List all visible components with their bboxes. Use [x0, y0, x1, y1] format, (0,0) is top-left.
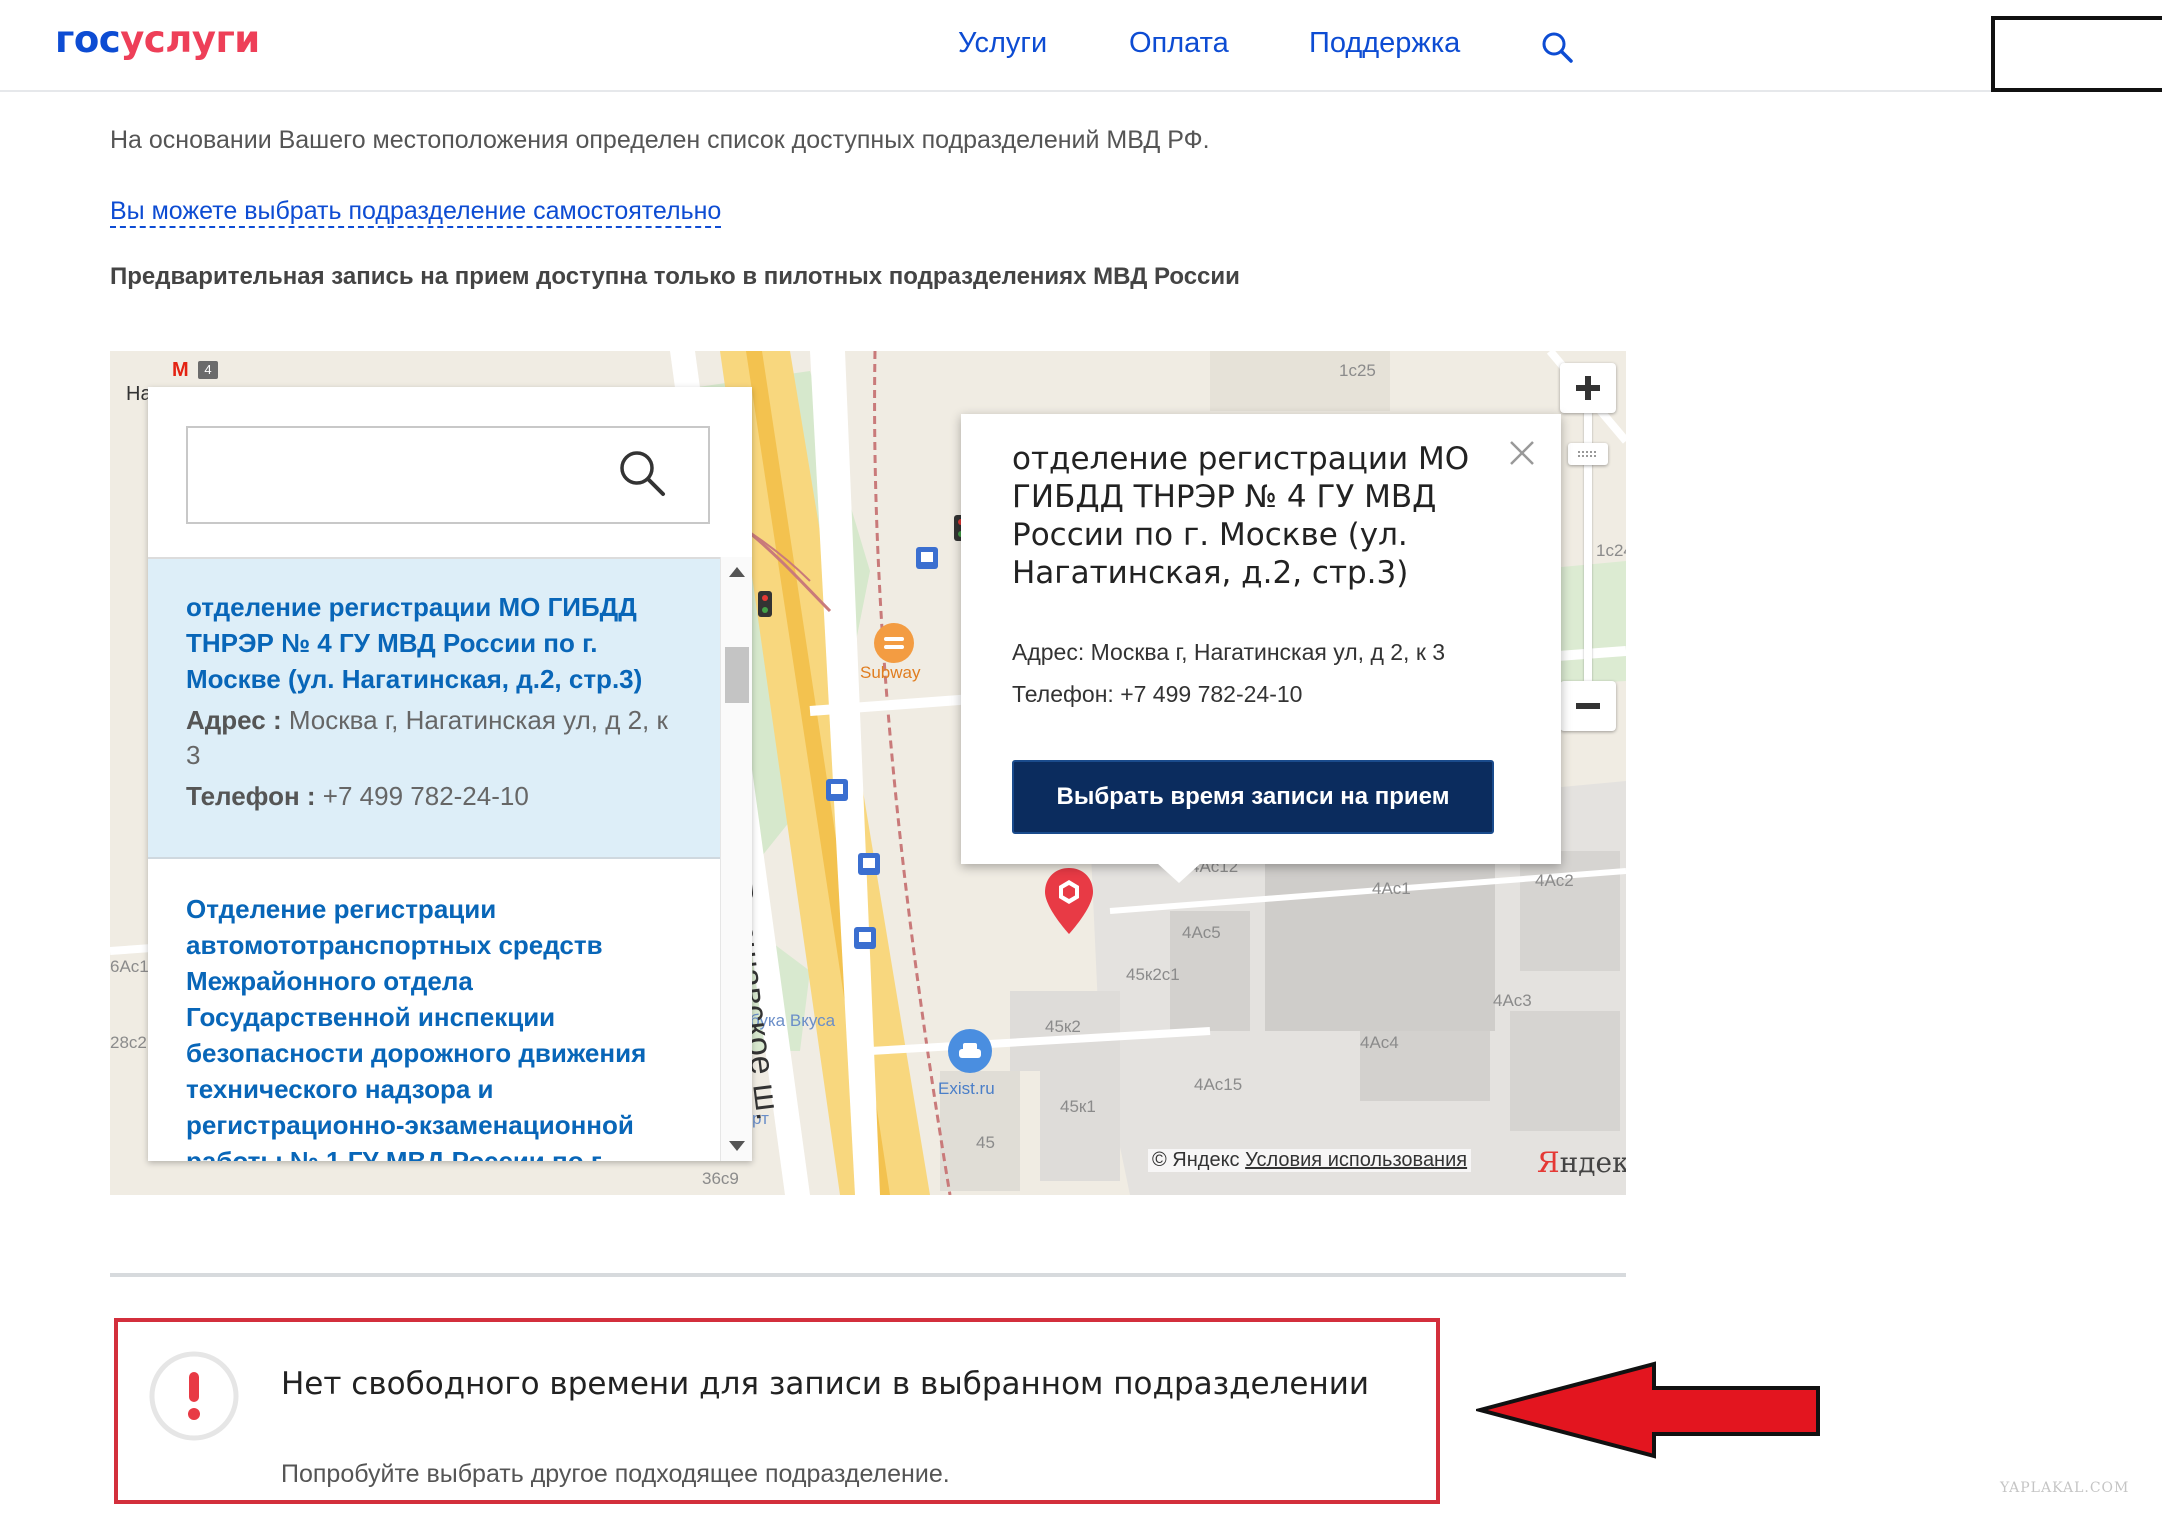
zoom-out-button[interactable]	[1560, 681, 1616, 731]
poi-label-exist[interactable]: Exist.ru	[938, 1079, 995, 1099]
search-icon[interactable]	[1540, 30, 1574, 64]
map-building-label: 4Ас4	[1360, 1033, 1399, 1052]
red-arrow-annotation	[1476, 1361, 1820, 1459]
error-title: Нет свободного времени для записи в выбр…	[281, 1366, 1370, 1402]
list-item-phone: Телефон : +7 499 782-24-10	[186, 779, 682, 814]
zoom-in-button[interactable]	[1560, 363, 1616, 413]
watermark: YAPLAKAL.COM	[2000, 1480, 2130, 1496]
list-item-address: Адрес : Москва г, Нагатинская ул, д 2, к…	[186, 703, 682, 773]
yandex-logo-y: Я	[1537, 1146, 1560, 1179]
list-item-title[interactable]: Отделение регистрации автомототранспортн…	[186, 861, 682, 1161]
map-building-label: 45	[976, 1133, 995, 1152]
pilot-notice: Предварительная запись на прием доступна…	[110, 263, 1240, 290]
units-list[interactable]: отделение регистрации МО ГИБДД ТНРЭР № 4…	[148, 557, 720, 1161]
map-building-label: 4Ас15	[1194, 1075, 1243, 1094]
traffic-light-icon	[758, 591, 772, 617]
car-service-poi-icon[interactable]	[946, 1027, 994, 1075]
map-building-label: 6Ас1	[110, 957, 149, 976]
poi-label-subway[interactable]: Subway	[860, 663, 920, 683]
phone-label: Телефон :	[186, 781, 316, 811]
error-subtitle: Попробуйте выбрать другое подходящее под…	[281, 1460, 950, 1488]
close-icon[interactable]	[1507, 438, 1537, 468]
map-building-label: 45к2с1	[1126, 965, 1180, 984]
map-building-label: 1с24	[1596, 541, 1626, 560]
grip-icon	[1578, 451, 1596, 457]
balloon-phone: Телефон: +7 499 782-24-10	[1012, 681, 1303, 707]
unit-balloon: отделение регистрации МО ГИБДД ТНРЭР № 4…	[961, 414, 1561, 864]
map-building-label: 36с9	[702, 1169, 739, 1188]
search-icon[interactable]	[616, 447, 668, 499]
yandex-logo[interactable]: Яндекс	[1537, 1146, 1626, 1179]
balloon-address: Адрес: Москва г, Нагатинская ул, д 2, к …	[1012, 639, 1446, 665]
phone-value: +7 499 782-24-10	[322, 781, 529, 811]
balloon-tail	[1157, 863, 1201, 883]
choose-unit-link[interactable]: Вы можете выбрать подразделение самостоя…	[110, 196, 722, 228]
map-building-label: 4Ас2	[1535, 871, 1574, 890]
balloon-title: отделение регистрации МО ГИБДД ТНРЭР № 4…	[1012, 441, 1470, 591]
map-building-label: 4Ас1	[1372, 879, 1411, 898]
warning-icon	[149, 1351, 239, 1441]
scroll-up-arrow-icon[interactable]	[729, 567, 745, 577]
address-label: Адрес :	[186, 705, 282, 735]
location-info-text: На основании Вашего местоположения опред…	[110, 126, 1210, 154]
copyright-text: © Яндекс	[1152, 1149, 1240, 1171]
restaurant-poi-icon[interactable]	[872, 621, 916, 665]
zoom-slider-handle[interactable]	[1568, 443, 1608, 465]
logo-part-gos: гос	[55, 18, 121, 61]
gosuslugi-logo[interactable]: госуслуги	[55, 18, 260, 61]
metro-icon[interactable]: М 4	[172, 359, 220, 381]
yandex-map[interactable]: 1с25 1с24 4Ас12 4Ас1 4Ас2 4Ас5 45к2с1 45…	[110, 351, 1626, 1195]
map-building-label: 45к1	[1060, 1097, 1096, 1116]
scroll-down-arrow-icon[interactable]	[729, 1141, 745, 1151]
yandex-logo-rest: ндекс	[1559, 1146, 1626, 1179]
minus-icon	[1576, 703, 1600, 709]
metro-line-badge: 4	[198, 361, 218, 379]
list-item[interactable]: Отделение регистрации автомототранспортн…	[148, 861, 720, 1161]
plus-icon	[1576, 376, 1600, 400]
bus-stop-icon[interactable]	[826, 779, 848, 801]
map-copyright: © Яндекс Условия использования	[1148, 1149, 1472, 1172]
nav-support[interactable]: Поддержка	[1309, 27, 1460, 60]
choose-time-button[interactable]: Выбрать время записи на прием	[1012, 760, 1494, 834]
map-building-label: 1с25	[1339, 361, 1376, 380]
bus-stop-icon[interactable]	[854, 927, 876, 949]
list-item-selected[interactable]: отделение регистрации МО ГИБДД ТНРЭР № 4…	[148, 559, 720, 859]
map-building-label: 45к2	[1045, 1017, 1081, 1036]
map-building-label: 4Ас3	[1493, 991, 1532, 1010]
logo-part-uslugi: услуги	[120, 18, 260, 61]
list-scrollbar[interactable]	[720, 557, 752, 1161]
list-item-title[interactable]: отделение регистрации МО ГИБДД ТНРЭР № 4…	[186, 559, 682, 697]
nav-payment[interactable]: Оплата	[1129, 27, 1229, 60]
section-divider	[110, 1273, 1626, 1277]
units-list-panel: отделение регистрации МО ГИБДД ТНРЭР № 4…	[148, 387, 752, 1161]
scroll-thumb[interactable]	[725, 647, 749, 703]
bus-stop-icon[interactable]	[858, 853, 880, 875]
top-header: госуслуги Услуги Оплата Поддержка	[0, 0, 2162, 92]
map-pin-icon[interactable]	[1042, 866, 1096, 938]
map-building-label: 28с2	[110, 1033, 147, 1052]
redacted-box	[1991, 16, 2162, 92]
nav-services[interactable]: Услуги	[958, 27, 1047, 60]
map-building-label: 4Ас5	[1182, 923, 1221, 942]
bus-stop-icon[interactable]	[916, 547, 938, 569]
terms-of-use-link[interactable]: Условия использования	[1245, 1149, 1467, 1171]
